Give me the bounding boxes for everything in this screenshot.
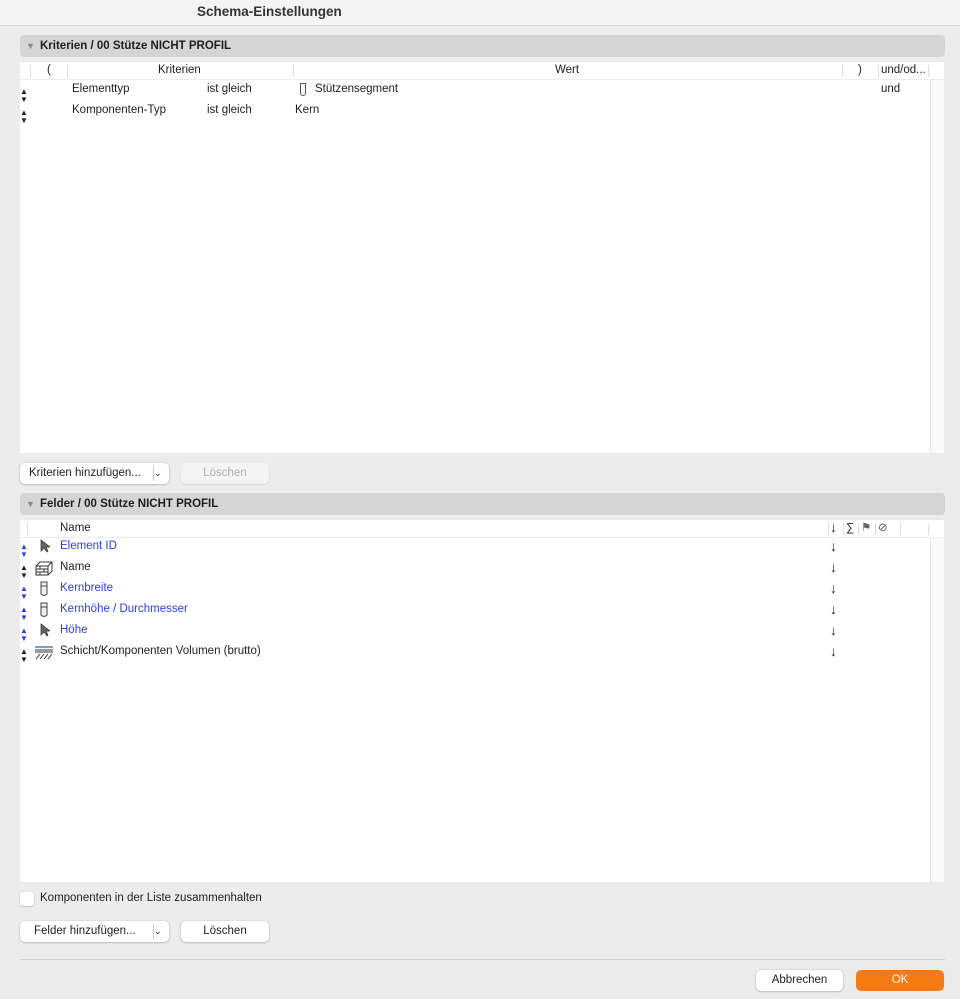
reorder-handle-icon[interactable]: ▲ ▼ <box>20 564 28 580</box>
field-name[interactable]: Element ID <box>60 540 117 552</box>
field-row[interactable]: ▲ ▼ Kernhöhe / Durchmesser ↓ <box>20 600 930 622</box>
field-name[interactable]: Name <box>60 561 91 573</box>
col-sort[interactable]: ↓ <box>830 519 837 536</box>
chevron-down-icon[interactable]: ⌄ <box>153 924 169 939</box>
divider <box>20 959 945 960</box>
field-name[interactable]: Kernhöhe / Durchmesser <box>60 603 188 615</box>
pointer-icon <box>34 539 54 556</box>
add-criteria-button[interactable]: Kriterien hinzufügen... ⌄ <box>20 463 169 484</box>
sort-arrow-icon[interactable]: ↓ <box>830 622 837 638</box>
title-bar <box>0 0 960 26</box>
keep-components-checkbox[interactable] <box>20 892 34 906</box>
sort-arrow-icon[interactable]: ↓ <box>830 538 837 554</box>
scrollbar[interactable] <box>930 80 944 453</box>
column-icon <box>34 581 54 600</box>
flag-icon[interactable]: ⚑ <box>861 520 871 537</box>
fields-section-title: Felder / 00 Stütze NICHT PROFIL <box>40 498 219 510</box>
col-name[interactable]: Name <box>60 520 91 537</box>
sort-arrow-icon[interactable]: ↓ <box>830 601 837 617</box>
col-andor[interactable]: und/od... <box>881 62 926 79</box>
operator[interactable]: ist gleich <box>207 104 252 116</box>
col-open-paren[interactable]: ( <box>47 62 51 79</box>
criteria-table-header: ( Kriterien Wert ) und/od... <box>20 62 944 80</box>
reorder-handle-icon[interactable]: ▲ ▼ <box>20 627 28 643</box>
andor[interactable]: und <box>881 83 900 95</box>
reorder-handle-icon[interactable]: ▲ ▼ <box>20 109 28 125</box>
reorder-handle-icon[interactable]: ▲ ▼ <box>20 543 28 559</box>
reorder-handle-icon[interactable]: ▲ ▼ <box>20 648 28 664</box>
col-criteria[interactable]: Kriterien <box>158 62 201 79</box>
field-row[interactable]: ▲ ▼ Höhe ↓ <box>20 621 930 643</box>
reorder-handle-icon[interactable]: ▲ ▼ <box>20 88 28 104</box>
criteria-table[interactable]: ( Kriterien Wert ) und/od... ▲ ▼ Elementt… <box>20 62 944 453</box>
add-criteria-label: Kriterien hinzufügen... <box>29 467 141 479</box>
column-icon <box>34 602 54 621</box>
operator[interactable]: ist gleich <box>207 83 252 95</box>
sort-arrow-icon[interactable]: ↓ <box>830 559 837 575</box>
criteria-row[interactable]: ▲ ▼ Elementtyp ist gleich Stützensegment … <box>20 82 930 104</box>
field-name[interactable]: Höhe <box>60 624 88 636</box>
fields-table[interactable]: Name ↓ ∑ ⚑ ⊘ ▲ ▼ Element ID ↓ ▲ ▼ Name ↓ ▲ ▼ … <box>20 519 944 882</box>
scrollbar[interactable] <box>930 538 944 882</box>
add-fields-button[interactable]: Felder hinzufügen... ⌄ <box>20 921 169 942</box>
chevron-down-icon[interactable]: ⌄ <box>153 466 169 481</box>
ok-button[interactable]: OK <box>856 970 944 991</box>
collapse-triangle-icon[interactable]: ▼ <box>26 35 35 57</box>
sort-arrow-icon[interactable]: ↓ <box>830 643 837 659</box>
criterion[interactable]: Elementtyp <box>72 83 130 95</box>
add-fields-label: Felder hinzufügen... <box>34 925 136 937</box>
criteria-section-title: Kriterien / 00 Stütze NICHT PROFIL <box>40 40 232 52</box>
layers-icon <box>34 644 54 663</box>
cancel-button[interactable]: Abbrechen <box>756 970 843 991</box>
field-name[interactable]: Kernbreite <box>60 582 113 594</box>
window-title: Schema-Einstellungen <box>197 4 342 19</box>
value[interactable]: Stützensegment <box>315 83 398 95</box>
criteria-row[interactable]: ▲ ▼ Komponenten-Typ ist gleich Kern <box>20 103 930 125</box>
column-icon <box>300 83 306 96</box>
fields-table-header: Name ↓ ∑ ⚑ ⊘ <box>20 519 944 538</box>
fields-section-header[interactable]: ▼ Felder / 00 Stütze NICHT PROFIL <box>20 493 945 515</box>
field-row[interactable]: ▲ ▼ Schicht/Komponenten Volumen (brutto) … <box>20 642 930 664</box>
reorder-handle-icon[interactable]: ▲ ▼ <box>20 585 28 601</box>
field-row[interactable]: ▲ ▼ Kernbreite ↓ <box>20 579 930 601</box>
hidden-eye-icon[interactable]: ⊘ <box>878 520 888 537</box>
delete-criteria-button[interactable]: Löschen <box>181 463 269 484</box>
field-row[interactable]: ▲ ▼ Name ↓ <box>20 558 930 580</box>
col-close-paren[interactable]: ) <box>858 62 862 79</box>
collapse-triangle-icon[interactable]: ▼ <box>26 493 35 515</box>
wall-icon <box>34 560 54 579</box>
col-value[interactable]: Wert <box>555 62 579 79</box>
reorder-handle-icon[interactable]: ▲ ▼ <box>20 606 28 622</box>
delete-fields-button[interactable]: Löschen <box>181 921 269 942</box>
criterion[interactable]: Komponenten-Typ <box>72 104 166 116</box>
value[interactable]: Kern <box>295 104 319 116</box>
keep-components-label[interactable]: Komponenten in der Liste zusammenhalten <box>40 892 262 904</box>
field-name[interactable]: Schicht/Komponenten Volumen (brutto) <box>60 645 261 657</box>
field-row[interactable]: ▲ ▼ Element ID ↓ <box>20 537 930 559</box>
sort-arrow-icon[interactable]: ↓ <box>830 580 837 596</box>
pointer-icon <box>34 623 54 640</box>
col-sum[interactable]: ∑ <box>846 520 854 537</box>
criteria-section-header[interactable]: ▼ Kriterien / 00 Stütze NICHT PROFIL <box>20 35 945 57</box>
